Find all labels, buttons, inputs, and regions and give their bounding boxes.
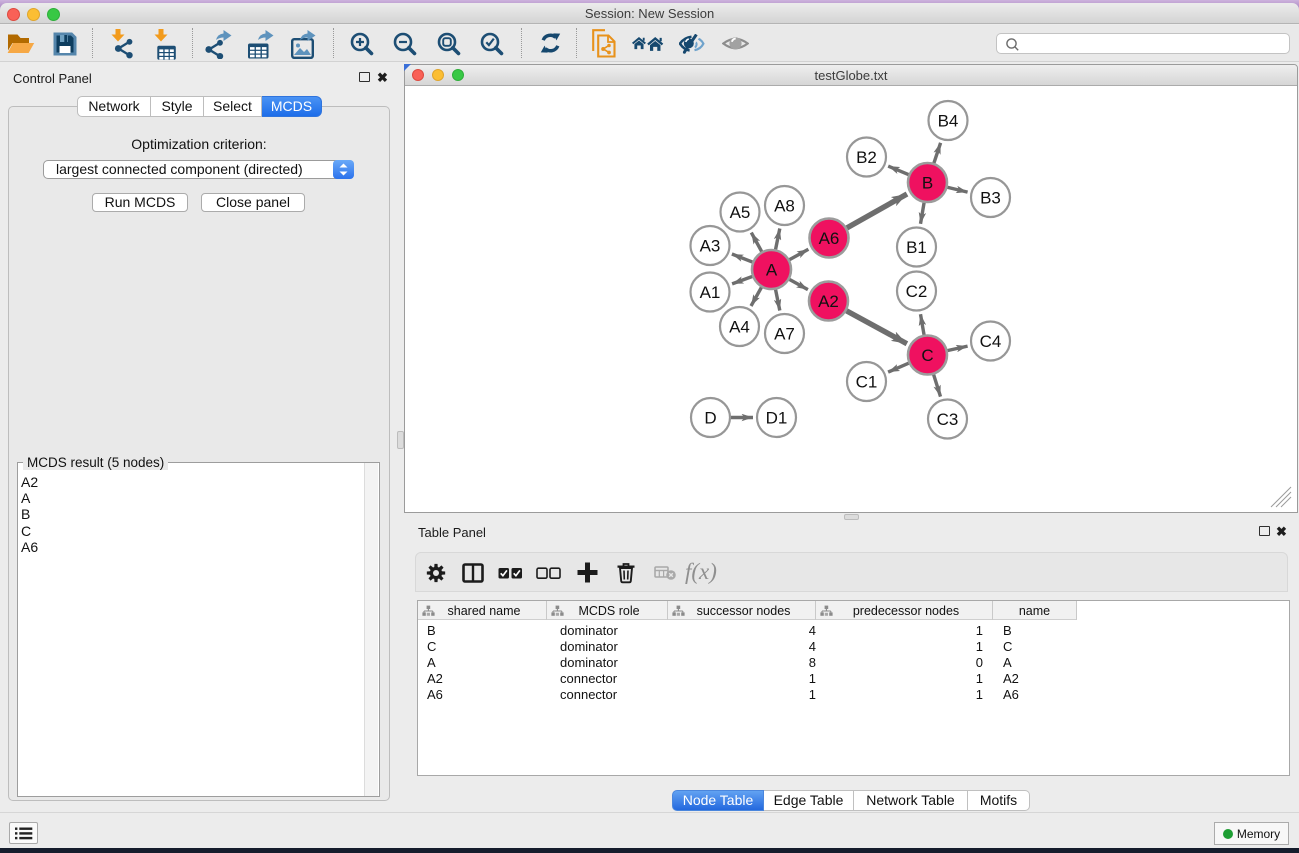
svg-text:A4: A4 — [729, 318, 750, 337]
svg-text:B3: B3 — [980, 189, 1001, 208]
svg-text:D: D — [704, 409, 716, 428]
svg-text:A8: A8 — [774, 197, 795, 216]
svg-text:B: B — [922, 174, 933, 193]
svg-text:A1: A1 — [700, 283, 721, 302]
svg-text:C: C — [921, 346, 933, 365]
svg-text:A2: A2 — [818, 292, 839, 311]
svg-text:A3: A3 — [700, 237, 721, 256]
svg-text:B2: B2 — [856, 148, 877, 167]
svg-text:A5: A5 — [730, 203, 751, 222]
svg-text:B4: B4 — [938, 112, 959, 131]
svg-text:A6: A6 — [819, 229, 840, 248]
svg-text:B1: B1 — [906, 238, 927, 257]
svg-text:C3: C3 — [937, 410, 959, 429]
svg-text:D1: D1 — [766, 409, 788, 428]
svg-text:C4: C4 — [980, 332, 1002, 351]
svg-text:C2: C2 — [906, 282, 928, 301]
svg-text:A7: A7 — [774, 325, 795, 344]
svg-text:C1: C1 — [856, 373, 878, 392]
svg-text:A: A — [766, 261, 778, 280]
